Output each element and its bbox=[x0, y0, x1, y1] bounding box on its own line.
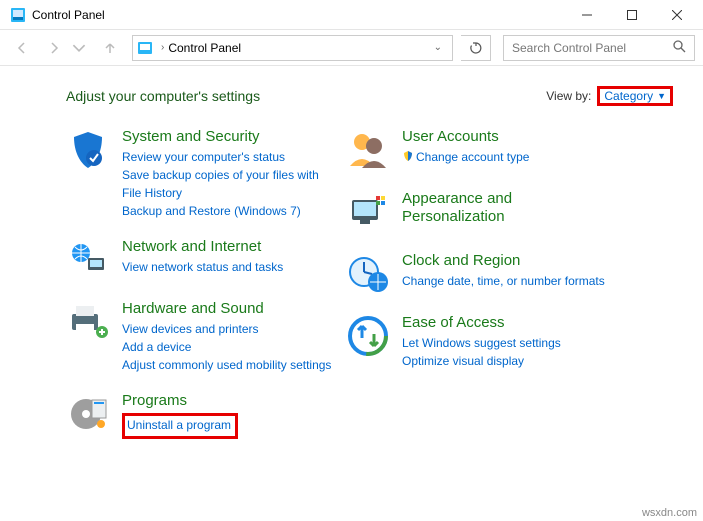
search-icon bbox=[672, 39, 686, 56]
printer-icon bbox=[66, 300, 110, 344]
category-title[interactable]: System and Security bbox=[122, 128, 336, 146]
category-link[interactable]: Let Windows suggest settings bbox=[402, 334, 606, 352]
close-button[interactable] bbox=[654, 0, 699, 30]
navigation-bar: › Control Panel ⌄ Search Control Panel bbox=[0, 30, 703, 66]
shield-icon bbox=[66, 128, 110, 172]
content-area: Adjust your computer's settings View by:… bbox=[0, 66, 703, 449]
category-link[interactable]: Backup and Restore (Windows 7) bbox=[122, 202, 336, 220]
viewby-label: View by: bbox=[546, 89, 591, 103]
category-link[interactable]: Review your computer's status bbox=[122, 148, 336, 166]
category-link[interactable]: Add a device bbox=[122, 338, 336, 356]
chevron-right-icon: › bbox=[161, 42, 164, 53]
minimize-button[interactable] bbox=[564, 0, 609, 30]
window-title: Control Panel bbox=[32, 8, 105, 22]
network-icon bbox=[66, 238, 110, 282]
category-appearance: Appearance and Personalization bbox=[346, 190, 606, 234]
window-titlebar: Control Panel bbox=[0, 0, 703, 30]
category-title[interactable]: Appearance and Personalization bbox=[402, 190, 606, 226]
category-ease-of-access: Ease of Access Let Windows suggest setti… bbox=[346, 314, 606, 370]
category-title[interactable]: Ease of Access bbox=[402, 314, 606, 332]
breadcrumb-item[interactable]: Control Panel bbox=[168, 41, 241, 55]
category-link[interactable]: Optimize visual display bbox=[402, 352, 606, 370]
address-bar[interactable]: › Control Panel ⌄ bbox=[132, 35, 453, 61]
category-title[interactable]: Clock and Region bbox=[402, 252, 606, 270]
category-link[interactable]: View devices and printers bbox=[122, 320, 336, 338]
forward-button[interactable] bbox=[40, 34, 68, 62]
watermark: wsxdn.com bbox=[642, 507, 697, 519]
category-title[interactable]: Programs bbox=[122, 392, 336, 410]
category-network: Network and Internet View network status… bbox=[66, 238, 336, 282]
viewby-dropdown[interactable]: Category ▼ bbox=[597, 86, 673, 106]
up-button[interactable] bbox=[96, 34, 124, 62]
ease-of-access-icon bbox=[346, 314, 390, 358]
category-title[interactable]: User Accounts bbox=[402, 128, 606, 146]
chevron-down-icon: ▼ bbox=[657, 91, 666, 101]
category-title[interactable]: Hardware and Sound bbox=[122, 300, 336, 318]
category-title[interactable]: Network and Internet bbox=[122, 238, 336, 256]
page-heading: Adjust your computer's settings bbox=[66, 88, 546, 104]
category-clock: Clock and Region Change date, time, or n… bbox=[346, 252, 606, 296]
category-link[interactable]: Change account type bbox=[402, 148, 606, 166]
appearance-icon bbox=[346, 190, 390, 234]
search-input[interactable]: Search Control Panel bbox=[503, 35, 695, 61]
viewby-value: Category bbox=[604, 89, 653, 103]
category-link[interactable]: Change date, time, or number formats bbox=[402, 272, 606, 290]
breadcrumb-icon bbox=[137, 40, 155, 56]
maximize-button[interactable] bbox=[609, 0, 654, 30]
category-link[interactable]: Save backup copies of your files with Fi… bbox=[122, 166, 336, 202]
recent-locations-icon[interactable] bbox=[72, 41, 86, 55]
clock-icon bbox=[346, 252, 390, 296]
back-button[interactable] bbox=[8, 34, 36, 62]
category-hardware: Hardware and Sound View devices and prin… bbox=[66, 300, 336, 374]
category-programs: Programs Uninstall a program bbox=[66, 392, 336, 439]
category-link-uninstall[interactable]: Uninstall a program bbox=[127, 416, 231, 434]
highlighted-link: Uninstall a program bbox=[122, 413, 238, 439]
control-panel-icon bbox=[10, 7, 26, 23]
category-system-security: System and Security Review your computer… bbox=[66, 128, 336, 220]
address-dropdown-icon[interactable]: ⌄ bbox=[428, 42, 448, 53]
users-icon bbox=[346, 128, 390, 172]
category-user-accounts: User Accounts Change account type bbox=[346, 128, 606, 172]
category-link[interactable]: Adjust commonly used mobility settings bbox=[122, 356, 336, 374]
programs-icon bbox=[66, 392, 110, 436]
refresh-button[interactable] bbox=[461, 35, 491, 61]
search-placeholder: Search Control Panel bbox=[512, 41, 672, 55]
category-link[interactable]: View network status and tasks bbox=[122, 258, 336, 276]
